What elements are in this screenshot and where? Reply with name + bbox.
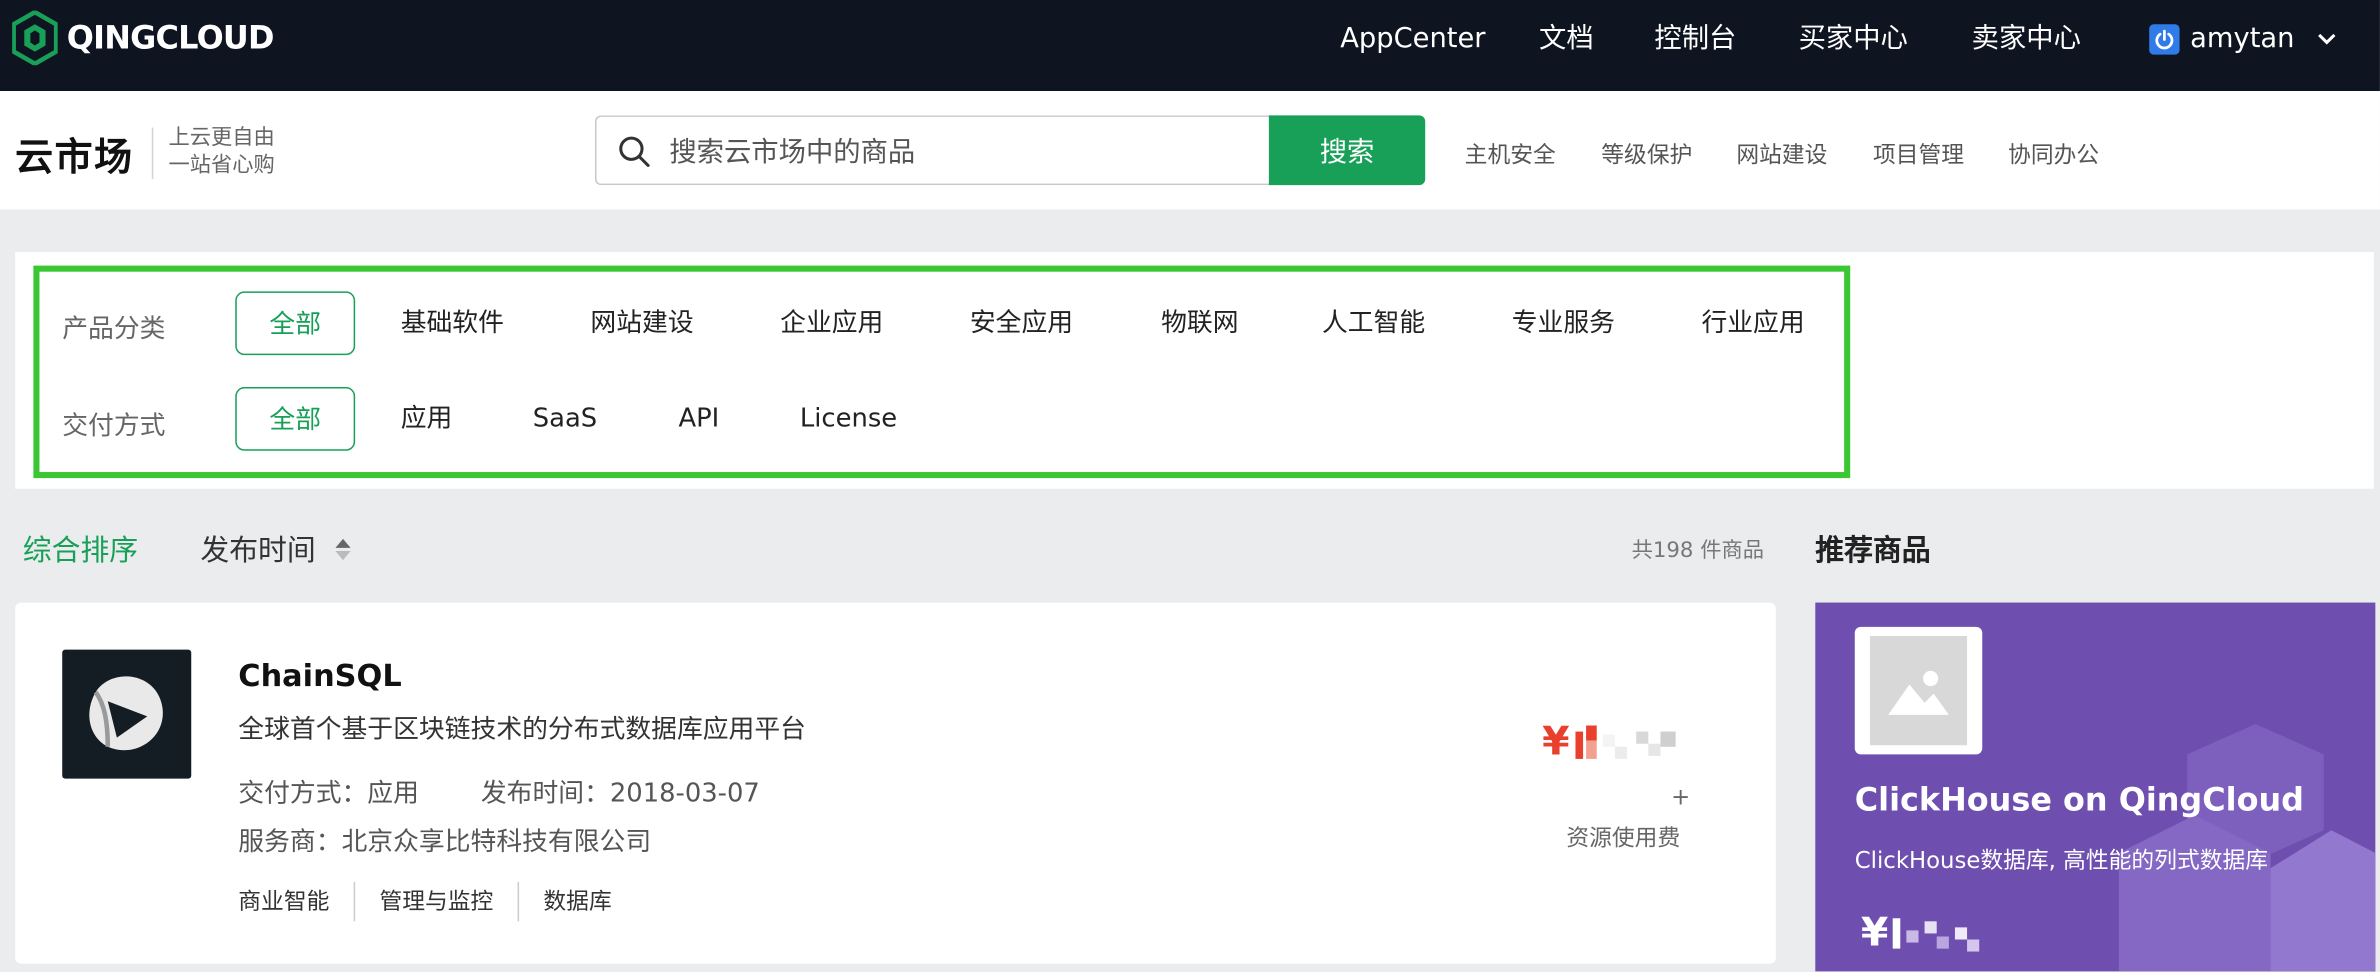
qingcloud-logo[interactable]: QINGCLOUD bbox=[12, 10, 275, 66]
category-option-security[interactable]: 安全应用 bbox=[970, 291, 1073, 355]
product-vendor: 服务商：北京众享比特科技有限公司 bbox=[238, 820, 652, 858]
sort-default[interactable]: 综合排序 bbox=[23, 528, 138, 569]
recommended-name[interactable]: ClickHouse on QingCloud bbox=[1855, 782, 2304, 818]
tag-business-intelligence[interactable]: 商业智能 bbox=[238, 882, 353, 921]
rec-price-redacted-icon bbox=[1892, 918, 1980, 952]
search-button[interactable]: 搜索 bbox=[1268, 115, 1426, 186]
market-header: 云市场 上云更自由 一站省心购 搜索 主机安全 等级保护 网站建设 项目管理 协… bbox=[0, 91, 2380, 210]
release-label: 发布时间： bbox=[480, 778, 610, 809]
user-menu[interactable]: amytan bbox=[2149, 23, 2337, 56]
category-option-website[interactable]: 网站建设 bbox=[590, 291, 693, 355]
sort-by-release-time[interactable]: 发布时间 bbox=[200, 528, 352, 569]
product-price: ¥ bbox=[1542, 719, 1682, 765]
category-option-iot[interactable]: 物联网 bbox=[1161, 291, 1238, 355]
product-tags: 商业智能 管理与监控 数据库 bbox=[238, 880, 636, 922]
quick-link-host-security[interactable]: 主机安全 bbox=[1465, 138, 1556, 170]
delivery-label: 交付方式： bbox=[238, 778, 368, 809]
resource-fee-label: 资源使用费 bbox=[1566, 824, 1681, 852]
tag-database[interactable]: 数据库 bbox=[517, 881, 636, 922]
quick-link-website-building[interactable]: 网站建设 bbox=[1736, 138, 1827, 170]
image-placeholder-icon bbox=[1869, 635, 1968, 746]
category-option-professional-services[interactable]: 专业服务 bbox=[1512, 291, 1615, 355]
nav-appcenter[interactable]: AppCenter bbox=[1340, 23, 1485, 56]
delivery-option-all[interactable]: 全部 bbox=[235, 387, 356, 451]
nav-buyer-center[interactable]: 买家中心 bbox=[1799, 23, 1908, 56]
vendor-label: 服务商： bbox=[238, 827, 342, 858]
top-navbar: QINGCLOUD AppCenter 文档 控制台 买家中心 卖家中心 amy… bbox=[0, 0, 2380, 92]
price-currency: ¥ bbox=[1542, 719, 1570, 765]
category-option-basic-software[interactable]: 基础软件 bbox=[401, 291, 504, 355]
delivery-option-license[interactable]: License bbox=[800, 387, 897, 451]
price-plus: + bbox=[1671, 783, 1691, 811]
product-name[interactable]: ChainSQL bbox=[238, 657, 401, 693]
slogan: 上云更自由 一站省心购 bbox=[168, 124, 274, 179]
tag-management-monitoring[interactable]: 管理与监控 bbox=[353, 881, 518, 922]
username: amytan bbox=[2190, 22, 2295, 55]
delivery-value: 应用 bbox=[367, 778, 419, 809]
category-option-industry[interactable]: 行业应用 bbox=[1701, 291, 1804, 355]
vendor-name: 北京众享比特科技有限公司 bbox=[341, 827, 652, 858]
search-input[interactable] bbox=[666, 129, 1250, 175]
slogan-line-2: 一站省心购 bbox=[168, 153, 275, 178]
category-option-enterprise[interactable]: 企业应用 bbox=[780, 291, 883, 355]
quick-link-collaboration[interactable]: 协同办公 bbox=[2008, 138, 2099, 170]
recommended-title: 推荐商品 bbox=[1815, 534, 1931, 568]
delivery-filter-label: 交付方式 bbox=[62, 411, 166, 442]
release-date: 2018-03-07 bbox=[609, 778, 760, 809]
slogan-line-1: 上云更自由 bbox=[168, 125, 275, 151]
category-filter-label: 产品分类 bbox=[62, 314, 166, 345]
delivery-option-api[interactable]: API bbox=[678, 387, 719, 451]
chevron-down-icon bbox=[2317, 33, 2336, 45]
category-option-ai[interactable]: 人工智能 bbox=[1322, 291, 1425, 355]
recommended-price: ¥ bbox=[1860, 910, 1995, 957]
product-description: 全球首个基于区块链技术的分布式数据库应用平台 bbox=[238, 714, 806, 746]
recommended-description: ClickHouse数据库, 高性能的列式数据库 bbox=[1854, 846, 2269, 875]
sort-time-label: 发布时间 bbox=[200, 534, 316, 568]
search-icon bbox=[619, 136, 650, 167]
qingcloud-logo-icon bbox=[12, 10, 58, 66]
nav-console[interactable]: 控制台 bbox=[1654, 23, 1736, 56]
page-title: 云市场 bbox=[15, 135, 134, 180]
title-divider bbox=[151, 127, 154, 180]
category-option-all[interactable]: 全部 bbox=[235, 291, 356, 356]
recommended-thumbnail bbox=[1854, 626, 1983, 755]
logo-text: QINGCLOUD bbox=[66, 19, 275, 57]
product-meta: 交付方式：应用 发布时间：2018-03-07 bbox=[238, 771, 760, 809]
delivery-option-saas[interactable]: SaaS bbox=[533, 387, 597, 451]
nav-docs[interactable]: 文档 bbox=[1539, 23, 1594, 56]
sort-arrows-icon bbox=[335, 538, 351, 560]
quick-link-level-protection[interactable]: 等级保护 bbox=[1601, 138, 1692, 170]
rec-price-currency: ¥ bbox=[1860, 910, 1889, 957]
chainsql-logo[interactable] bbox=[62, 649, 192, 779]
chainsql-logo-icon bbox=[89, 676, 163, 751]
price-redacted-icon bbox=[1575, 725, 1676, 759]
quick-link-project-management[interactable]: 项目管理 bbox=[1873, 138, 1964, 170]
search-box bbox=[594, 115, 1271, 186]
product-count: 共198 件商品 bbox=[1631, 538, 1764, 564]
nav-seller-center[interactable]: 卖家中心 bbox=[1972, 23, 2081, 56]
power-icon bbox=[2149, 24, 2180, 55]
delivery-option-app[interactable]: 应用 bbox=[401, 387, 453, 451]
